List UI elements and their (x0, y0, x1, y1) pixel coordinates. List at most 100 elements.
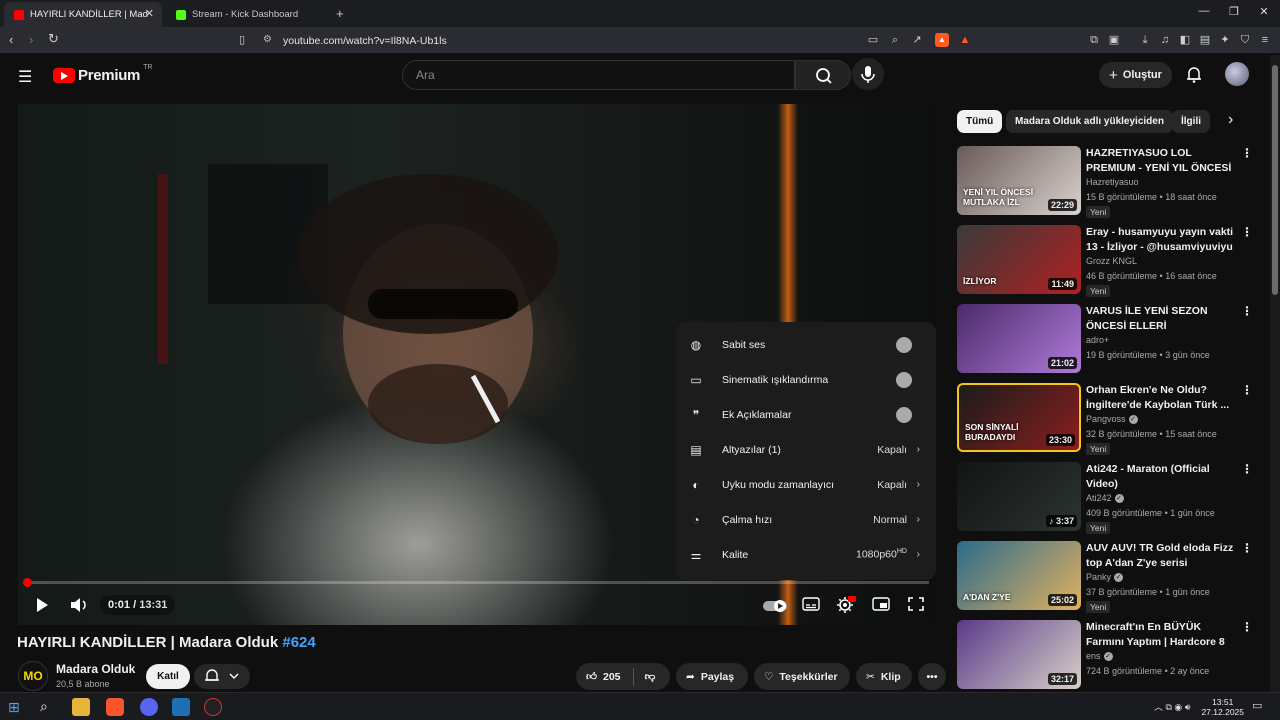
progress-scrubber[interactable] (23, 578, 33, 587)
recommendation-title[interactable]: Ati242 - Maraton (Official Video) (1086, 462, 1239, 491)
recommendation-card[interactable]: 32:17 Minecraft'ın En BÜYÜK Farmını Yaptı… (957, 620, 1257, 692)
setting-annotations[interactable]: ❞ Ek Açıklamalar (676, 397, 936, 432)
setting-playback-speed[interactable]: ◔ Çalma hızı Normal › (676, 502, 936, 537)
notification-center-icon[interactable]: ▭ (1252, 699, 1262, 712)
media-icon[interactable]: ♫ (1158, 33, 1172, 47)
taskbar-clock[interactable]: 13:51 27.12.2025 (1201, 697, 1244, 717)
discord-icon[interactable] (140, 698, 158, 716)
extensions-icon[interactable]: ⧉ (1087, 33, 1101, 47)
video-thumbnail[interactable]: 32:17 (957, 620, 1081, 689)
guide-menu-icon[interactable]: ☰ (18, 67, 32, 87)
autoplay-toggle[interactable] (763, 599, 787, 617)
more-vertical-icon[interactable]: ⋮ (1241, 541, 1253, 555)
browser-tab-kick[interactable]: Stream - Kick Dashboard (166, 2, 326, 27)
more-vertical-icon[interactable]: ⋮ (1241, 462, 1253, 476)
toggle-switch[interactable] (896, 371, 912, 388)
scrollbar-thumb[interactable] (1272, 65, 1278, 295)
video-thumbnail[interactable]: İZLİYOR 11:49 (957, 225, 1081, 294)
zoom-icon[interactable]: ⌕ (888, 33, 902, 47)
site-info-icon[interactable]: ⚙ (263, 34, 272, 45)
sidebar-toggle-icon[interactable]: ◧ (1178, 33, 1192, 47)
subtitles-button[interactable] (802, 596, 820, 617)
hashtag-link[interactable]: #624 (282, 634, 315, 651)
more-vertical-icon[interactable]: ⋮ (1241, 225, 1253, 239)
new-tab-icon[interactable]: + (336, 6, 344, 21)
video-thumbnail[interactable]: YENİ YIL ÖNCESİ MUTLAKA İZL 22:29 (957, 146, 1081, 215)
thanks-button[interactable]: ♡ Teşekkürler (754, 663, 850, 690)
video-thumbnail[interactable]: ♪ 3:37 (957, 462, 1081, 531)
setting-quality[interactable]: ⚌ Kalite 1080p60HD › (676, 537, 936, 572)
close-tab-icon[interactable]: ✕ (145, 7, 154, 20)
close-window-icon[interactable]: ✕ (1254, 5, 1274, 18)
channel-avatar[interactable]: MO (18, 661, 48, 691)
tray-icons[interactable]: ︿ ⧉ ◉ 🔊︎ (1154, 700, 1190, 713)
downloads-icon[interactable]: ⤓ (1138, 33, 1152, 47)
recommendation-title[interactable]: Orhan Ekren'e Ne Oldu? İngiltere'de Kayb… (1086, 383, 1239, 412)
wallet-icon[interactable]: ▤ (1198, 33, 1212, 47)
brave-shields-icon[interactable]: ▲ (935, 33, 949, 47)
cast-icon[interactable]: ▭ (866, 33, 880, 47)
restore-icon[interactable]: ❐ (1224, 5, 1244, 18)
minimize-icon[interactable]: — (1194, 5, 1214, 17)
search-button[interactable] (795, 60, 851, 90)
voice-search-button[interactable] (852, 58, 884, 90)
miniplayer-button[interactable] (872, 596, 890, 617)
recommendation-card[interactable]: A'DAN Z'YE 25:02 AUV AUV! TR Gold eloda Fi… (957, 541, 1257, 613)
more-vertical-icon[interactable]: ⋮ (1241, 146, 1253, 160)
recommendation-title[interactable]: VARUS İLE YENİ SEZON ÖNCESİ ELLERİ ISIND… (1086, 304, 1239, 333)
more-vertical-icon[interactable]: ⋮ (1241, 304, 1253, 318)
recommendation-channel[interactable]: Ati242 ✓ (1086, 493, 1124, 504)
more-vertical-icon[interactable]: ⋮ (1241, 620, 1253, 634)
recommendation-channel[interactable]: Hazretiyasuo (1086, 177, 1139, 187)
page-scrollbar[interactable] (1270, 55, 1280, 692)
notifications-bell-icon[interactable] (1185, 65, 1203, 88)
recommendation-channel[interactable]: Pangvoss ✓ (1086, 414, 1138, 425)
play-button[interactable] (34, 596, 50, 619)
fullscreen-button[interactable] (907, 596, 925, 617)
settings-button[interactable] (836, 596, 856, 619)
recommendation-title[interactable]: AUV AUV! TR Gold eloda Fizz top A'dan Z'… (1086, 541, 1239, 570)
taskbar-search-icon[interactable]: ⌕ (40, 698, 48, 715)
youtube-premium-logo[interactable]: Premium TR (53, 64, 152, 84)
recommendation-channel[interactable]: Panky ✓ (1086, 572, 1124, 583)
setting-stable-volume[interactable]: ◍ Sabit ses (676, 327, 936, 362)
recommendation-title[interactable]: HAZRETIYASUO LOL PREMIUM - YENİ YIL ÖNCE… (1086, 146, 1239, 175)
more-vertical-icon[interactable]: ⋮ (1241, 383, 1253, 397)
recommendation-title[interactable]: Eray - husamyuyu yayın vakti 13 - İzliyo… (1086, 225, 1239, 254)
recommendation-card[interactable]: ♪ 3:37 Ati242 - Maraton (Official Video) A… (957, 462, 1257, 534)
bookmark-icon[interactable]: ▯ (235, 33, 249, 47)
chip-from-uploader[interactable]: Madara Olduk adlı yükleyiciden (1006, 110, 1173, 133)
progress-bar[interactable] (23, 578, 929, 587)
toggle-switch[interactable] (896, 406, 912, 423)
setting-sleep-timer[interactable]: ◐ Uyku modu zamanlayıcı Kapalı › (676, 467, 936, 502)
browser-tab-youtube[interactable]: HAYIRLI KANDİLLER | Madara Ol ✕ (4, 2, 162, 27)
video-thumbnail[interactable]: A'DAN Z'YE 25:02 (957, 541, 1081, 610)
recommendation-title[interactable]: Minecraft'ın En BÜYÜK Farmını Yaptım | H… (1086, 620, 1239, 649)
join-button[interactable]: Katıl (146, 664, 190, 689)
recommendation-channel[interactable]: Grozz KNGL (1086, 256, 1137, 266)
toggle-switch[interactable] (896, 336, 912, 353)
create-button[interactable]: + Oluştur (1099, 62, 1172, 88)
video-thumbnail[interactable]: 21:02 (957, 304, 1081, 373)
chip-related[interactable]: İlgili (1172, 110, 1210, 133)
brave-browser-icon[interactable] (106, 698, 124, 716)
dislike-button[interactable]: 👎︎ (630, 663, 670, 690)
recommendation-channel[interactable]: adro+ (1086, 335, 1109, 345)
file-explorer-icon[interactable] (72, 698, 90, 716)
chip-all[interactable]: Tümü (957, 110, 1003, 133)
leo-ai-icon[interactable]: ✦ (1218, 33, 1232, 47)
brave-rewards-icon[interactable]: ▲ (958, 33, 972, 47)
reload-icon[interactable]: ↻ (48, 31, 59, 47)
browser-menu-icon[interactable]: ≡ (1258, 33, 1272, 47)
video-thumbnail[interactable]: SON SİNYALİ BURADAYDI 23:30 (957, 383, 1081, 452)
subscription-bell-button[interactable] (194, 664, 250, 689)
chevron-right-icon[interactable]: › (1228, 111, 1233, 129)
setting-ambient-mode[interactable]: ▭ Sinematik ışıklandırma (676, 362, 936, 397)
recommendation-card[interactable]: SON SİNYALİ BURADAYDI 23:30 Orhan Ekren'e … (957, 383, 1257, 455)
windows-start-icon[interactable]: ⊞ (8, 699, 20, 716)
obs-icon[interactable] (204, 698, 222, 716)
vpn-icon[interactable]: ⛉ (1238, 33, 1252, 47)
more-actions-button[interactable]: ••• (918, 663, 946, 690)
recommendation-channel[interactable]: ens ✓ (1086, 651, 1113, 662)
clip-button[interactable]: ✂ Klip (856, 663, 912, 690)
